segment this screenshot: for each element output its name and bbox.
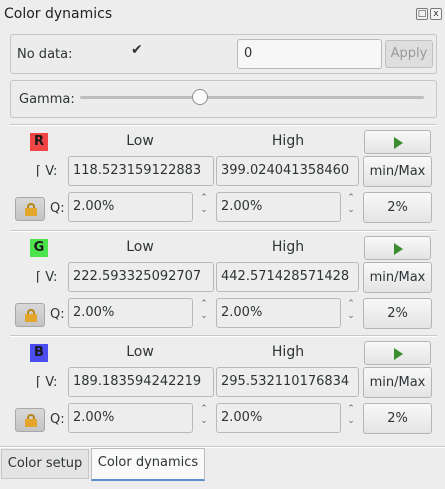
section-divider — [10, 230, 437, 232]
minmax-button[interactable]: min/Max — [363, 367, 432, 398]
v-label: ⌈ V: — [36, 270, 58, 285]
v-high-input[interactable]: 442.571428571428 — [216, 262, 359, 292]
q-high-spinner[interactable]: ⌃ ⌄ — [342, 298, 360, 328]
v-label: ⌈ V: — [36, 375, 58, 390]
q-low-input[interactable]: 2.00% — [68, 298, 193, 328]
apply-channel-button[interactable] — [364, 341, 431, 365]
minmax-button[interactable]: min/Max — [363, 156, 432, 187]
channel-badge: R — [30, 133, 48, 151]
v-label: ⌈ V: — [36, 164, 58, 179]
tab-divider — [0, 446, 445, 448]
percent-button[interactable]: 2% — [363, 403, 432, 434]
lock-button[interactable] — [15, 408, 45, 432]
gamma-label: Gamma: — [19, 92, 75, 107]
lock-button[interactable] — [15, 197, 45, 221]
minmax-button[interactable]: min/Max — [363, 262, 432, 293]
percent-button[interactable]: 2% — [363, 298, 432, 329]
play-icon — [394, 137, 403, 149]
q-high-input[interactable]: 2.00% — [216, 403, 341, 433]
low-header: Low — [126, 133, 154, 149]
close-icon[interactable]: x — [430, 8, 442, 20]
panel-title: Color dynamics — [4, 6, 113, 22]
section-divider — [10, 124, 437, 126]
play-icon — [394, 348, 403, 360]
q-low-input[interactable]: 2.00% — [68, 192, 193, 222]
nodata-checkbox[interactable]: ✔ — [131, 42, 143, 58]
q-high-input[interactable]: 2.00% — [216, 192, 341, 222]
q-low-spinner[interactable]: ⌃ ⌄ — [195, 403, 213, 433]
high-header: High — [271, 344, 305, 360]
q-low-spinner[interactable]: ⌃ ⌄ — [195, 192, 213, 222]
apply-channel-button[interactable] — [364, 236, 431, 260]
q-label: Q: — [50, 412, 65, 427]
tab-color-setup[interactable]: Color setup — [1, 449, 89, 479]
v-high-input[interactable]: 399.024041358460 — [216, 156, 359, 186]
v-low-input[interactable]: 118.523159122883 — [68, 156, 214, 186]
v-low-input[interactable]: 189.183594242219 — [68, 367, 214, 397]
q-low-input[interactable]: 2.00% — [68, 403, 193, 433]
q-high-input[interactable]: 2.00% — [216, 298, 341, 328]
high-header: High — [271, 133, 305, 149]
nodata-value-input[interactable]: 0 — [237, 39, 382, 69]
q-high-spinner[interactable]: ⌃ ⌄ — [342, 403, 360, 433]
low-header: Low — [126, 239, 154, 255]
q-high-spinner[interactable]: ⌃ ⌄ — [342, 192, 360, 222]
v-high-input[interactable]: 295.532110176834 — [216, 367, 359, 397]
apply-channel-button[interactable] — [364, 130, 431, 154]
section-divider — [10, 335, 437, 337]
v-low-input[interactable]: 222.593325092707 — [68, 262, 214, 292]
channel-badge: B — [30, 344, 48, 362]
channel-badge: G — [30, 239, 48, 257]
nodata-label: No data: — [17, 47, 73, 62]
low-header: Low — [126, 344, 154, 360]
high-header: High — [271, 239, 305, 255]
q-label: Q: — [50, 307, 65, 322]
q-low-spinner[interactable]: ⌃ ⌄ — [195, 298, 213, 328]
float-icon[interactable]: □ — [416, 8, 428, 20]
apply-button[interactable]: Apply — [385, 40, 433, 68]
q-label: Q: — [50, 201, 65, 216]
gamma-slider-track[interactable] — [80, 96, 424, 99]
lock-button[interactable] — [15, 303, 45, 327]
play-icon — [394, 243, 403, 255]
tab-color-dynamics[interactable]: Color dynamics — [91, 448, 205, 481]
percent-button[interactable]: 2% — [363, 192, 432, 223]
